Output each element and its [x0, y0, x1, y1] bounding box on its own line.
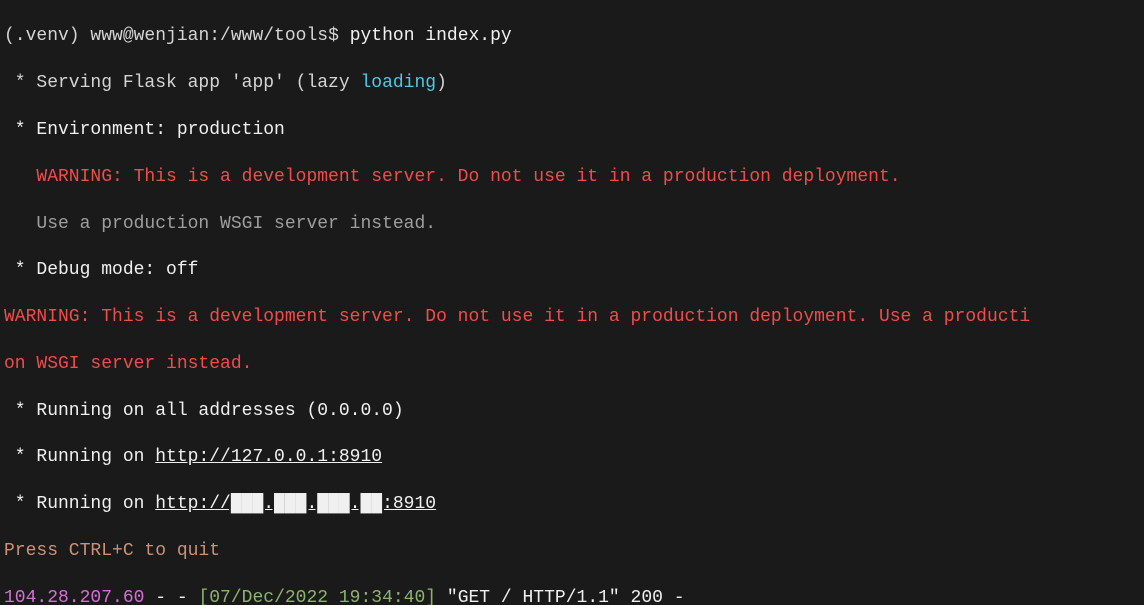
url-link[interactable]: http://███.███.███.██:8910 — [155, 494, 436, 514]
client-ip: 104.28.207.60 — [4, 588, 144, 605]
log-line: * Running on http://127.0.0.1:8910 — [4, 446, 1140, 469]
separator: - - — [144, 588, 198, 605]
text: * Running on — [4, 447, 155, 467]
log-line: * Debug mode: off — [4, 259, 1140, 282]
warning-line: on WSGI server instead. — [4, 353, 1140, 376]
log-line: * Running on http://███.███.███.██:8910 — [4, 493, 1140, 516]
request-log: 104.28.207.60 - - [07/Dec/2022 19:34:40]… — [4, 587, 1140, 605]
url-link[interactable]: http://127.0.0.1:8910 — [155, 447, 382, 467]
loading-word: loading — [360, 73, 436, 93]
terminal-output[interactable]: (.venv) www@wenjian:/www/tools$ python i… — [0, 0, 1144, 605]
text: ) — [436, 73, 447, 93]
log-line: * Serving Flask app 'app' (lazy loading) — [4, 72, 1140, 95]
prompt-line: (.venv) www@wenjian:/www/tools$ python i… — [4, 25, 1140, 48]
path: :/www/tools — [209, 26, 328, 46]
ctrl-c-hint: Press CTRL+C to quit — [4, 540, 1140, 563]
warning-line: Use a production WSGI server instead. — [4, 213, 1140, 236]
dollar: $ — [328, 26, 350, 46]
text: * Serving Flask app 'app' (lazy — [4, 73, 360, 93]
command: python index.py — [350, 26, 512, 46]
text: * Running on — [4, 494, 155, 514]
warning-line: WARNING: This is a development server. D… — [4, 166, 1140, 189]
warning-line: WARNING: This is a development server. D… — [4, 306, 1140, 329]
user-host: www@wenjian — [90, 26, 209, 46]
request: "GET / HTTP/1.1" 200 - — [436, 588, 684, 605]
venv-label: (.venv) — [4, 26, 90, 46]
log-line: * Running on all addresses (0.0.0.0) — [4, 400, 1140, 423]
log-line: * Environment: production — [4, 119, 1140, 142]
request-log-line: 104.28.207.60 - - [07/Dec/2022 19:34:40]… — [4, 587, 1140, 605]
timestamp: [07/Dec/2022 19:34:40] — [198, 588, 436, 605]
